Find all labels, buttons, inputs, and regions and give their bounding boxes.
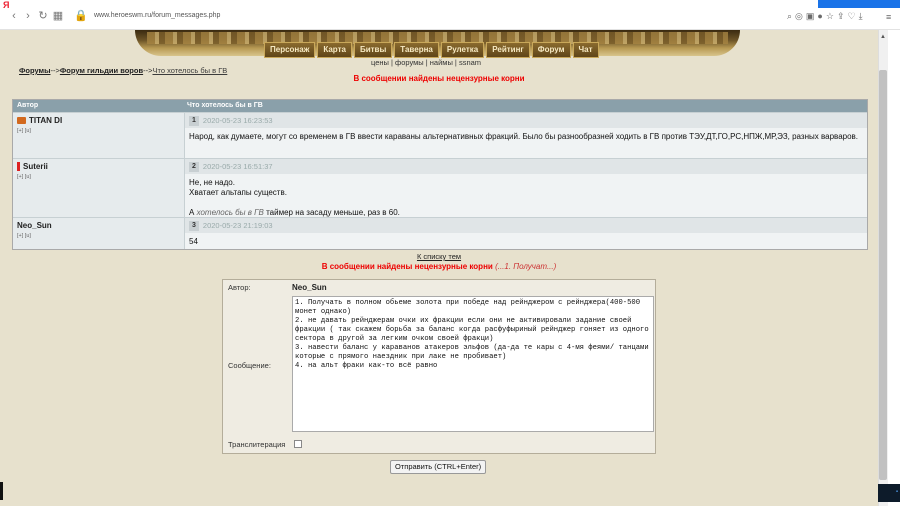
back-icon[interactable]: ‹ bbox=[8, 10, 20, 22]
menu-item-map[interactable]: Карта bbox=[317, 42, 352, 58]
browser-toolbar: Я ‹ › ↻ ▦ 🔒 www.heroeswm.ru/forum_messag… bbox=[0, 0, 900, 30]
scroll-up-icon[interactable]: ▲ bbox=[880, 34, 886, 40]
column-author: Автор bbox=[17, 102, 39, 109]
post-text: Не, не надо. Хватает альтапы существ. А … bbox=[185, 174, 867, 221]
forum-post: Suterii [+] [u] 2 2020-05-23 16:51:37 Не,… bbox=[13, 158, 867, 217]
author-name[interactable]: Neo_Sun bbox=[17, 221, 52, 230]
post-author[interactable]: Suterii bbox=[17, 162, 180, 171]
author-label: Автор: bbox=[228, 283, 251, 292]
browser-logo: Я bbox=[3, 0, 10, 10]
menu-item-roulette[interactable]: Рулетка bbox=[440, 42, 485, 58]
table-header: Автор Что хотелось бы в ГВ bbox=[13, 100, 867, 112]
share-icon[interactable]: ⇪ bbox=[837, 9, 845, 23]
lock-icon: 🔒 bbox=[74, 10, 88, 22]
back-to-topics-link[interactable]: К списку тем bbox=[0, 252, 878, 261]
tabs-grid-icon[interactable]: ▦ bbox=[52, 10, 64, 22]
menu-item-character[interactable]: Персонаж bbox=[264, 42, 316, 58]
taskbar-icon: ▪ bbox=[895, 489, 898, 495]
screenshot-icon[interactable]: ▣ bbox=[806, 9, 815, 23]
post-line: А хотелось бы в ГВ таймер на засаду мень… bbox=[189, 208, 863, 218]
post-date: 2020-05-23 16:23:53 bbox=[202, 116, 273, 125]
author-value: Neo_Sun bbox=[292, 283, 327, 292]
author-links[interactable]: [+] [u] bbox=[17, 174, 180, 180]
main-menu: Персонаж Карта Битвы Таверна Рулетка Рей… bbox=[264, 42, 601, 58]
post-author[interactable]: TITAN DI bbox=[17, 116, 180, 125]
author-name[interactable]: TITAN DI bbox=[29, 116, 62, 125]
translit-checkbox[interactable] bbox=[294, 440, 302, 448]
profanity-warning: В сообщении найдены нецензурные корни bbox=[353, 74, 525, 83]
menu-item-battles[interactable]: Битвы bbox=[353, 42, 393, 58]
post-text: Народ, как думаете, могут со временем в … bbox=[189, 132, 859, 141]
post-author-cell: TITAN DI [+] [u] bbox=[13, 113, 185, 158]
shield-icon[interactable]: ● bbox=[817, 9, 822, 23]
heart-icon[interactable]: ♡ bbox=[847, 9, 855, 23]
submenu-links[interactable]: цены | форумы | наймы | ssnam bbox=[371, 58, 481, 67]
post-body: 2 2020-05-23 16:51:37 Не, не надо. Хватае… bbox=[185, 159, 867, 217]
browser-actions: ⌕ ◎ ▣ ● ☆ ⇪ ♡ ⤓ bbox=[787, 9, 882, 23]
message-textarea[interactable]: 1. Получать в полном обьеме золота при п… bbox=[292, 296, 654, 432]
author-name[interactable]: Suterii bbox=[23, 162, 48, 171]
camera-icon[interactable]: ◎ bbox=[795, 9, 803, 23]
address-bar[interactable]: www.heroeswm.ru/forum_messages.php bbox=[94, 12, 220, 19]
forum-thread-table: Автор Что хотелось бы в ГВ TITAN DI [+] … bbox=[12, 99, 868, 250]
forum-post: Neo_Sun [+] [u] 3 2020-05-23 21:19:03 54 bbox=[13, 217, 867, 249]
post-line-text: таймер на засаду меньше, раз в 60. bbox=[263, 208, 400, 217]
author-links[interactable]: [+] [u] bbox=[17, 128, 180, 134]
post-number[interactable]: 1 bbox=[189, 115, 199, 126]
menu-item-forum[interactable]: Форум bbox=[531, 42, 571, 58]
post-number[interactable]: 3 bbox=[189, 220, 199, 231]
menu-item-tavern[interactable]: Таверна bbox=[394, 42, 439, 58]
post-number[interactable]: 2 bbox=[189, 161, 199, 172]
author-links[interactable]: [+] [u] bbox=[17, 233, 180, 239]
scrollbar-thumb[interactable] bbox=[879, 70, 887, 480]
menu-icon[interactable]: ≡ bbox=[886, 12, 891, 22]
post-meta: 3 2020-05-23 21:19:03 bbox=[185, 218, 867, 233]
post-meta: 2 2020-05-23 16:51:37 bbox=[185, 159, 867, 174]
reload-icon[interactable]: ↻ bbox=[37, 10, 49, 22]
column-topic: Что хотелось бы в ГВ bbox=[187, 102, 263, 109]
post-body: 1 2020-05-23 16:23:53 Народ, как думаете,… bbox=[185, 113, 867, 158]
warning-text: В сообщении найдены нецензурные корни bbox=[321, 262, 493, 271]
forward-icon[interactable]: › bbox=[22, 10, 34, 22]
download-icon[interactable]: ⤓ bbox=[859, 9, 863, 23]
reply-form: Автор: Neo_Sun Сообщение: 1. Получать в … bbox=[222, 279, 656, 454]
menu-item-rating[interactable]: Рейтинг bbox=[486, 42, 530, 58]
message-label: Сообщение: bbox=[228, 361, 271, 370]
guild-chest-icon bbox=[17, 117, 26, 124]
post-author[interactable]: Neo_Sun bbox=[17, 221, 180, 230]
page: Персонаж Карта Битвы Таверна Рулетка Рей… bbox=[0, 30, 878, 506]
translit-label: Транслитерация bbox=[228, 440, 286, 449]
taskbar-edge bbox=[0, 482, 3, 500]
forum-post: TITAN DI [+] [u] 1 2020-05-23 16:23:53 На… bbox=[13, 112, 867, 158]
post-body: 3 2020-05-23 21:19:03 54 bbox=[185, 218, 867, 249]
submit-button[interactable]: Отправить (CTRL+Enter) bbox=[390, 460, 487, 474]
post-author-cell: Suterii [+] [u] bbox=[13, 159, 185, 217]
window-edge bbox=[888, 30, 900, 506]
post-date: 2020-05-23 16:51:37 bbox=[202, 162, 273, 171]
post-line: Хватает альтапы существ. bbox=[189, 188, 287, 197]
post-date: 2020-05-23 21:19:03 bbox=[202, 221, 273, 230]
star-icon[interactable]: ☆ bbox=[826, 9, 834, 23]
browser-tab-accent bbox=[818, 0, 900, 8]
post-line: Не, не надо. bbox=[189, 178, 235, 187]
post-line-text: А bbox=[189, 208, 197, 217]
menu-item-chat[interactable]: Чат bbox=[572, 42, 599, 58]
warning-excerpt: (...1. Получат...) bbox=[495, 262, 557, 271]
search-icon[interactable]: ⌕ bbox=[787, 9, 792, 23]
profanity-warning-detail: В сообщении найдены нецензурные корни (.… bbox=[0, 262, 878, 271]
clan-flag-icon bbox=[17, 162, 20, 171]
post-meta: 1 2020-05-23 16:23:53 bbox=[185, 113, 867, 128]
post-text: 54 bbox=[189, 237, 198, 246]
quoted-topic: хотелось бы в ГВ bbox=[196, 208, 264, 217]
post-author-cell: Neo_Sun [+] [u] bbox=[13, 218, 185, 249]
taskbar-corner: ▪ bbox=[878, 484, 900, 502]
